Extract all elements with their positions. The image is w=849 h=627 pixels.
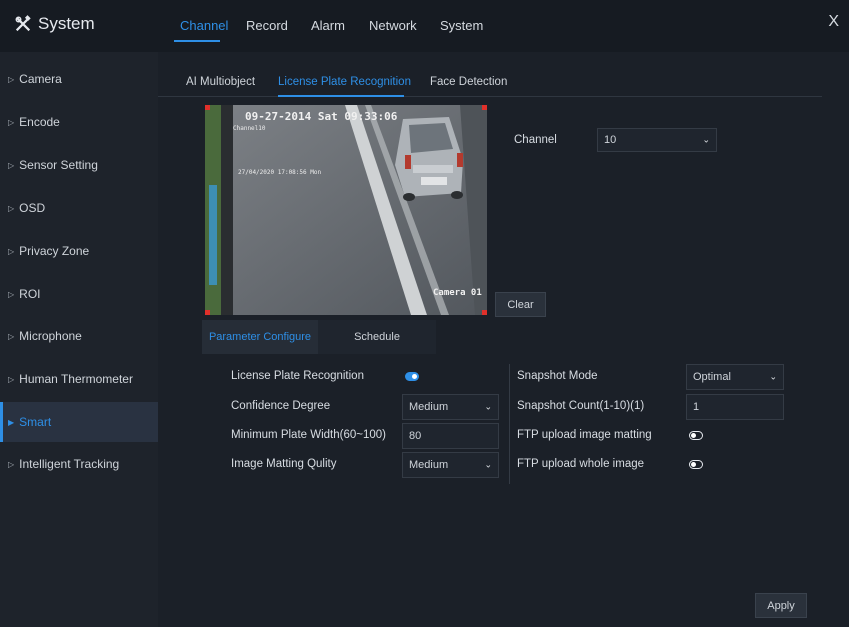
ftp-whole-label: FTP upload whole image <box>517 458 644 470</box>
osd-datetime: 09-27-2014 Sat 09:33:06 <box>245 110 398 123</box>
sidebar-item-label: OSD <box>19 201 46 215</box>
snapshot-mode-select[interactable]: Optimal ⌄ <box>686 364 784 390</box>
channel-label: Channel <box>514 134 557 146</box>
app-title: System <box>38 14 95 33</box>
sidebar-item-label: Microphone <box>19 329 82 343</box>
tab-channel[interactable]: Channel <box>180 18 228 33</box>
tab-schedule[interactable]: Schedule <box>318 320 436 354</box>
channel-select[interactable]: 10 ⌄ <box>597 128 717 152</box>
triangle-right-icon: ▷ <box>8 246 15 256</box>
confidence-label: Confidence Degree <box>231 400 331 412</box>
sidebar-item-smart[interactable]: ▶ Smart <box>0 402 158 442</box>
osd-camera: Camera 01 <box>433 288 482 298</box>
triangle-right-filled-icon: ▶ <box>8 417 15 427</box>
toggle-knob <box>691 433 696 438</box>
active-tab-underline <box>174 40 220 42</box>
sidebar-item-camera[interactable]: ▷ Camera <box>0 59 158 99</box>
tools-icon <box>15 15 31 32</box>
toggle-knob <box>691 462 696 467</box>
main-panel: AI Multiobject License Plate Recognition… <box>158 52 849 627</box>
chevron-down-icon: ⌄ <box>484 401 492 412</box>
tab-network[interactable]: Network <box>369 18 417 33</box>
osd-small-datetime: 27/04/2020 17:08:56 Mon <box>238 169 322 176</box>
ftp-matting-toggle[interactable] <box>689 431 703 440</box>
triangle-right-icon: ▷ <box>8 331 15 341</box>
triangle-right-icon: ▷ <box>8 74 15 84</box>
roi-corner-handle[interactable] <box>205 310 210 315</box>
sidebar-item-label: Encode <box>19 115 60 129</box>
snapshot-mode-label: Snapshot Mode <box>517 370 598 382</box>
chevron-down-icon: ⌄ <box>484 459 492 470</box>
snapshot-count-value: 1 <box>693 401 700 413</box>
snapshot-mode-value: Optimal <box>693 371 731 383</box>
sidebar-item-microphone[interactable]: ▷ Microphone <box>0 316 158 356</box>
chevron-down-icon: ⌄ <box>769 371 777 382</box>
ftp-matting-label: FTP upload image matting <box>517 429 652 441</box>
active-subtab-underline <box>278 95 404 97</box>
subtab-face-detection[interactable]: Face Detection <box>430 76 507 88</box>
min-width-input[interactable]: 80 <box>402 423 499 449</box>
snapshot-count-label: Snapshot Count(1-10)(1) <box>517 400 645 412</box>
ftp-whole-toggle[interactable] <box>689 460 703 469</box>
triangle-right-icon: ▷ <box>8 160 15 170</box>
sidebar-item-sensor-setting[interactable]: ▷ Sensor Setting <box>0 145 158 185</box>
top-bar: System Channel Record Alarm Network Syst… <box>0 0 849 52</box>
sidebar-item-label: ROI <box>19 287 41 301</box>
apply-button[interactable]: Apply <box>755 593 807 618</box>
sidebar-item-label: Camera <box>19 72 62 86</box>
confidence-value: Medium <box>409 401 449 413</box>
lpr-toggle[interactable] <box>405 372 419 381</box>
sidebar-item-label: Sensor Setting <box>19 158 98 172</box>
tab-record[interactable]: Record <box>246 18 288 33</box>
matting-quality-label: Image Matting Qulity <box>231 458 337 470</box>
sidebar-item-label: Intelligent Tracking <box>19 457 120 471</box>
min-width-label: Minimum Plate Width(60~100) <box>231 429 386 441</box>
sidebar-item-human-thermometer[interactable]: ▷ Human Thermometer <box>0 359 158 399</box>
confidence-select[interactable]: Medium ⌄ <box>402 394 499 420</box>
triangle-right-icon: ▷ <box>8 374 15 384</box>
subtab-divider <box>158 96 822 97</box>
app-logo: System <box>14 14 95 34</box>
matting-quality-select[interactable]: Medium ⌄ <box>402 452 499 478</box>
channel-value: 10 <box>604 134 617 146</box>
triangle-right-icon: ▷ <box>8 203 15 213</box>
triangle-right-icon: ▷ <box>8 289 15 299</box>
close-icon[interactable]: X <box>828 13 839 31</box>
tab-system[interactable]: System <box>440 18 483 33</box>
camera-scene <box>205 105 487 315</box>
column-divider <box>509 364 510 484</box>
min-width-value: 80 <box>409 430 422 442</box>
subtab-license-plate-recognition[interactable]: License Plate Recognition <box>278 76 411 88</box>
lpr-label: License Plate Recognition <box>231 370 364 382</box>
roi-corner-handle[interactable] <box>482 105 487 110</box>
sidebar-item-roi[interactable]: ▷ ROI <box>0 274 158 314</box>
triangle-right-icon: ▷ <box>8 459 15 469</box>
tab-alarm[interactable]: Alarm <box>311 18 345 33</box>
toggle-knob <box>412 374 417 379</box>
sidebar-item-osd[interactable]: ▷ OSD <box>0 188 158 228</box>
subtab-ai-multiobject[interactable]: AI Multiobject <box>186 76 255 88</box>
roi-corner-handle[interactable] <box>205 105 210 110</box>
matting-quality-value: Medium <box>409 459 449 471</box>
sidebar-item-privacy-zone[interactable]: ▷ Privacy Zone <box>0 231 158 271</box>
osd-channel: Channel10 <box>233 125 266 132</box>
sidebar: ▷ Camera ▷ Encode ▷ Sensor Setting ▷ OSD ▷ Pr… <box>0 52 158 627</box>
roi-corner-handle[interactable] <box>482 310 487 315</box>
tab-parameter-configure[interactable]: Parameter Configure <box>202 320 318 354</box>
sidebar-item-label: Smart <box>19 415 52 429</box>
snapshot-count-input[interactable]: 1 <box>686 394 784 420</box>
video-preview[interactable]: 09-27-2014 Sat 09:33:06 Channel10 27/04/… <box>205 105 487 315</box>
triangle-right-icon: ▷ <box>8 117 15 127</box>
sidebar-item-intelligent-tracking[interactable]: ▷ Intelligent Tracking <box>0 444 158 484</box>
clear-button[interactable]: Clear <box>495 292 546 317</box>
chevron-down-icon: ⌄ <box>702 134 710 145</box>
sidebar-item-encode[interactable]: ▷ Encode <box>0 102 158 142</box>
sidebar-item-label: Human Thermometer <box>19 372 133 386</box>
sidebar-item-label: Privacy Zone <box>19 244 90 258</box>
